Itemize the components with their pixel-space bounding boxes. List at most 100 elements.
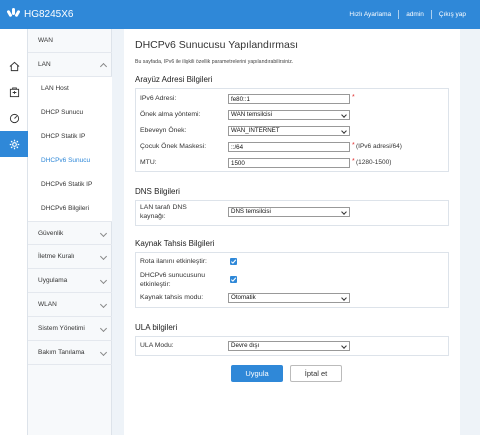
chevron-down-icon [99,324,108,333]
ula-mode-label: ULA Modu: [140,342,174,349]
device-icon [9,86,19,97]
home-icon [9,61,19,71]
prefix-method-label: Önek alma yöntemi: [140,111,201,118]
ipv6-address-label: IPv6 Adresi: [140,95,177,102]
dhcpv6-enable-label-line2: etkinleştir: [140,281,171,288]
top-bar: HG8245X6 Hızlı Ayarlama admin Çıkış yap [0,0,480,29]
config-panel: DHCPv6 Sunucusu Yapılandırması Bu sayfad… [124,29,460,435]
menu-item-maintenance[interactable]: Bakım Tanılama [28,341,112,365]
chevron-down-icon [341,295,347,301]
side-menu: WAN LAN LAN Host DHCP Sunucu DHCP Statik… [28,29,112,435]
divider [430,10,432,19]
menu-item-label: Sistem Yönetimi [38,325,85,332]
content-area: DHCPv6 Sunucusu Yapılandırması Bu sayfad… [113,29,480,435]
route-advert-row: Rota ilanını etkinleştir: [136,258,448,272]
menu-item-lan[interactable]: LAN [28,53,112,77]
dhcpv6-enable-row: DHCPv6 sunucusunu etkinleştir: [136,272,448,290]
parent-prefix-select[interactable]: WAN_INTERNET [228,126,350,136]
child-mask-row: Çocuk Önek Maskesi: * (IPv6 adresi/64) [136,142,448,156]
resource-box: Rota ilanını etkinleştir: DHCPv6 sunucus… [135,252,449,308]
rail-home[interactable] [0,53,28,79]
rail-advanced[interactable] [0,131,28,157]
lan-dns-select[interactable]: DNS temsilcisi [228,207,350,217]
section-title-dns: DNS Bilgileri [135,187,180,196]
required-mark: * [352,94,355,101]
ula-mode-select[interactable]: Devre dışı [228,341,350,351]
prefix-method-row: Önek alma yöntemi: WAN temsilcisi [136,110,448,124]
ipv6-address-input[interactable] [228,94,350,104]
section-title-ula: ULA bilgileri [135,323,178,332]
chevron-down-icon [99,252,108,261]
mtu-input[interactable] [228,158,350,168]
cancel-button[interactable]: İptal et [290,365,342,382]
menu-item-wan[interactable]: WAN [28,29,112,53]
menu-item-dhcp-server[interactable]: DHCP Sunucu [28,101,112,125]
menu-item-label: DHCPv6 Statik IP [41,181,93,188]
chevron-up-icon [99,62,108,71]
menu-item-application[interactable]: Uygulama [28,269,112,293]
logo: HG8245X6 [6,7,73,21]
section-title-interface: Arayüz Adresi Bilgileri [135,75,213,84]
menu-item-wlan[interactable]: WLAN [28,293,112,317]
ula-box: ULA Modu: Devre dışı [135,336,449,356]
route-advert-checkbox[interactable] [230,258,237,265]
rail-device[interactable] [0,79,28,105]
menu-item-label: İletme Kuralı [38,253,75,260]
menu-item-label: LAN [38,61,51,68]
quick-setup-link[interactable]: Hızlı Ayarlama [349,11,391,18]
menu-item-label: DHCPv6 Bilgileri [41,205,90,212]
child-mask-input[interactable] [228,142,350,152]
huawei-logo-icon [6,8,21,20]
dhcpv6-enable-checkbox[interactable] [230,276,237,283]
rail-status[interactable] [0,105,28,131]
interface-box: IPv6 Adresi: * Önek alma yöntemi: WAN te… [135,88,449,172]
menu-item-dhcp-static-ip[interactable]: DHCP Statik IP [28,125,112,149]
ipv6-address-row: IPv6 Adresi: * [136,94,448,108]
menu-item-system[interactable]: Sistem Yönetimi [28,317,112,341]
alloc-mode-select[interactable]: Otomatik [228,293,350,303]
logout-link[interactable]: Çıkış yap [439,11,466,18]
dhcpv6-enable-label-line1: DHCPv6 sunucusunu [140,272,205,279]
dns-box: LAN tarafı DNS kaynağı: DNS temsilcisi [135,200,449,226]
mtu-label: MTU: [140,159,157,166]
required-mark: * [352,142,355,149]
menu-item-label: DHCP Statik IP [41,133,86,140]
checkmark-icon [230,259,237,264]
chevron-down-icon [99,276,108,285]
user-link[interactable]: admin [406,11,424,18]
select-value: Otomatik [231,294,256,301]
chevron-down-icon [99,348,108,357]
menu-item-label: DHCPv6 Sunucu [41,157,91,164]
chevron-down-icon [99,300,108,309]
lan-dns-label-line1: LAN tarafı DNS [140,204,187,211]
menu-item-dhcpv6-info[interactable]: DHCPv6 Bilgileri [28,197,112,221]
menu-item-label: Güvenlik [38,230,64,237]
menu-item-forwarding[interactable]: İletme Kuralı [28,245,112,269]
menu-item-dhcpv6-server[interactable]: DHCPv6 Sunucu [28,149,112,173]
page-description: Bu sayfada, IPv6 ile ilişkili özellik pa… [135,59,294,65]
ula-mode-row: ULA Modu: Devre dışı [136,341,448,355]
icon-rail [0,29,28,435]
select-value: WAN temsilcisi [231,111,273,118]
top-links: Hızlı Ayarlama admin Çıkış yap [349,10,466,19]
page-title: DHCPv6 Sunucusu Yapılandırması [135,39,299,51]
menu-item-security[interactable]: Güvenlik [28,221,112,245]
divider [398,10,400,19]
alloc-mode-label: Kaynak tahsis modu: [140,294,204,301]
menu-item-lan-host[interactable]: LAN Host [28,77,112,101]
chevron-down-icon [341,343,347,349]
menu-item-dhcpv6-static-ip[interactable]: DHCPv6 Statik IP [28,173,112,197]
select-value: WAN_INTERNET [231,127,280,134]
mtu-row: MTU: * (1280-1500) [136,158,448,172]
lan-dns-label-line2: kaynağı: [140,213,166,220]
prefix-method-select[interactable]: WAN temsilcisi [228,110,350,120]
menu-item-label: Uygulama [38,277,68,284]
parent-prefix-row: Ebeveyn Önek: WAN_INTERNET [136,126,448,140]
speedometer-icon [9,113,19,123]
menu-item-label: WLAN [38,301,57,308]
menu-item-label: LAN Host [41,85,69,92]
apply-button[interactable]: Uygula [231,365,283,382]
parent-prefix-label: Ebeveyn Önek: [140,127,187,134]
menu-item-label: DHCP Sunucu [41,109,84,116]
select-value: DNS temsilcisi [231,208,271,215]
